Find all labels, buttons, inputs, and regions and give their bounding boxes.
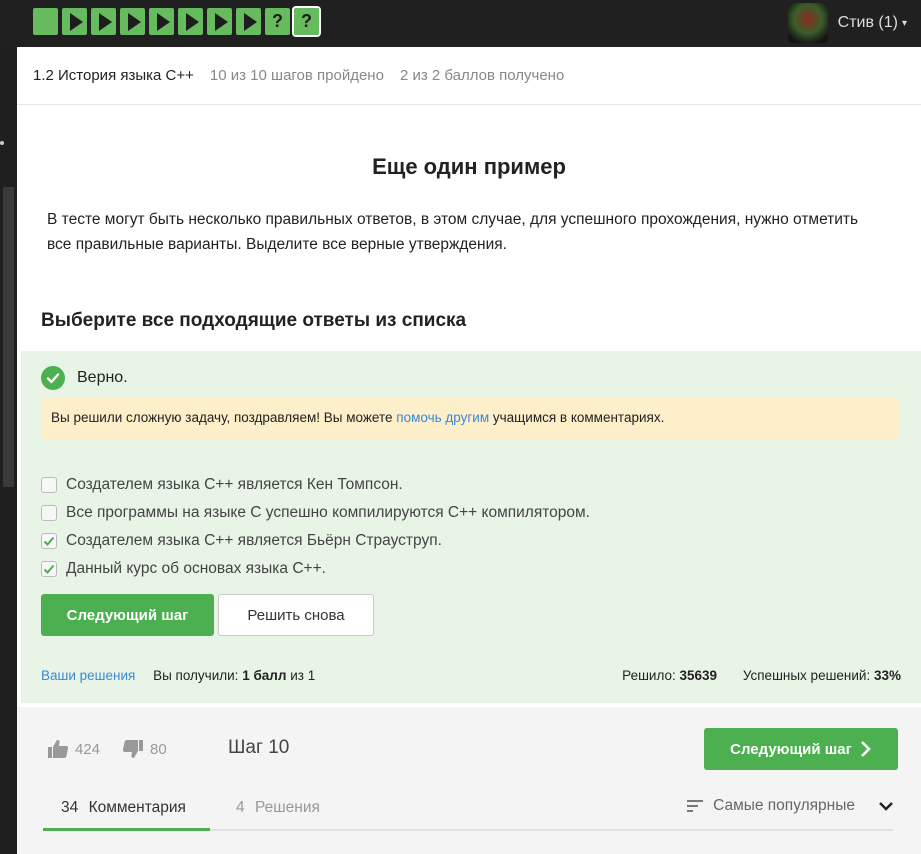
solve-again-button[interactable]: Решить снова [218, 594, 374, 636]
user-name[interactable]: Стив (1) [838, 14, 898, 32]
sort-icon [687, 800, 704, 812]
verdict-text: Верно. [77, 369, 128, 386]
step-navigation: ?? [33, 6, 321, 37]
tab-comments-count: 34 [61, 799, 79, 816]
received-suffix: из 1 [290, 668, 316, 683]
answer-option[interactable]: Данный курс об основах языка C++. [41, 555, 590, 583]
step-1-button[interactable] [33, 8, 58, 35]
lesson-title[interactable]: 1.2 История языка C++ [33, 67, 194, 84]
sidebar-scrollbar[interactable] [3, 187, 14, 487]
left-sidebar-strip [0, 47, 17, 854]
step-2-button[interactable] [62, 8, 87, 35]
next-step-label: Следующий шаг [730, 740, 852, 758]
step-footer: 424 80 Шаг 10 Следующий шаг 34 Комментар… [17, 707, 921, 854]
play-icon [185, 12, 199, 31]
sort-dropdown[interactable]: Самые популярные [687, 797, 893, 815]
checkbox-checked[interactable] [41, 561, 57, 577]
result-footer: Ваши решения Вы получили: 1 балл из 1 Ре… [41, 668, 901, 683]
tab-solutions-label: Решения [254, 799, 320, 816]
step-8-button[interactable] [236, 8, 261, 35]
user-menu[interactable]: Стив (1) ▾ [787, 3, 907, 43]
tab-solutions-count: 4 [236, 799, 245, 816]
thumbs-down-icon[interactable] [122, 739, 144, 759]
sort-label: Самые популярные [713, 797, 855, 814]
step-7-button[interactable] [207, 8, 232, 35]
verdict: Верно. [41, 366, 128, 390]
success-value: 33% [873, 668, 901, 683]
hint-text-after: учащимся в комментариях. [489, 410, 665, 425]
next-step-button-bottom[interactable]: Следующий шаг [704, 728, 898, 770]
step-title: Еще один пример [372, 154, 566, 179]
checkbox[interactable] [41, 477, 57, 493]
result-panel: Верно. Вы решили сложную задачу, поздрав… [21, 351, 921, 703]
tab-solutions[interactable]: 4 Решения [236, 799, 320, 817]
chevron-right-icon [860, 741, 871, 757]
chevron-down-icon[interactable]: ▾ [902, 18, 907, 29]
play-icon [156, 12, 170, 31]
tab-comments[interactable]: 34 Комментария [61, 799, 186, 817]
step-6-button[interactable] [178, 8, 203, 35]
check-circle-icon [41, 366, 65, 390]
answer-option[interactable]: Создателем языка C++ является Бьёрн Стра… [41, 527, 590, 555]
success-label: Успешных решений: [742, 668, 871, 683]
answer-option-label: Данный курс об основах языка C++. [66, 560, 326, 577]
checkmark-icon [43, 536, 55, 546]
likes-count: 424 [75, 740, 101, 758]
help-others-link[interactable]: помочь другим [396, 410, 489, 425]
avatar[interactable] [787, 3, 828, 43]
sidebar-dot [0, 141, 4, 145]
next-step-button[interactable]: Следующий шаг [41, 594, 214, 636]
tab-comments-label: Комментария [88, 799, 186, 816]
discussion-tabs: 34 Комментария 4 Решения Самые популярны… [43, 795, 893, 831]
step-3-button[interactable] [91, 8, 116, 35]
answer-options: Создателем языка C++ является Кен Томпсо… [41, 471, 590, 583]
question-icon: ? [301, 11, 312, 31]
step-9-button[interactable]: ? [265, 8, 290, 35]
play-icon [98, 12, 112, 31]
play-icon [69, 12, 83, 31]
play-icon [243, 12, 257, 31]
answer-option[interactable]: Создателем языка C++ является Кен Томпсо… [41, 471, 590, 499]
lesson-header: 1.2 История языка C++ 10 из 10 шагов про… [17, 47, 921, 105]
received-label: Вы получили: [153, 668, 239, 683]
solved-label: Решило: [622, 668, 676, 683]
answer-option-label: Создателем языка C++ является Кен Томпсо… [66, 476, 403, 493]
checkbox[interactable] [41, 505, 57, 521]
chevron-down-icon[interactable] [879, 801, 893, 811]
step-5-button[interactable] [149, 8, 174, 35]
answer-option-label: Все программы на языке C успешно компили… [66, 504, 590, 521]
received-value: 1 балл [242, 668, 287, 683]
active-tab-indicator [43, 828, 210, 831]
steps-progress: 10 из 10 шагов пройдено [209, 67, 384, 84]
answer-option-label: Создателем языка C++ является Бьёрн Стра… [66, 532, 442, 549]
hint-banner: Вы решили сложную задачу, поздравляем! В… [41, 397, 899, 439]
checkbox-checked[interactable] [41, 533, 57, 549]
votes: 424 80 [47, 739, 167, 759]
question-icon: ? [272, 11, 283, 31]
points-progress: 2 из 2 баллов получено [399, 67, 565, 84]
dislikes-count: 80 [150, 740, 167, 758]
checkmark-icon [43, 564, 55, 574]
your-solutions-link[interactable]: Ваши решения [41, 668, 135, 683]
play-icon [214, 12, 228, 31]
top-bar: ?? Стив (1) ▾ [0, 0, 921, 47]
question-heading: Выберите все подходящие ответы из списка [41, 310, 467, 331]
answer-option[interactable]: Все программы на языке C успешно компили… [41, 499, 590, 527]
step-10-button[interactable]: ? [292, 6, 321, 37]
step-number: Шаг 10 [228, 737, 290, 758]
play-icon [127, 12, 141, 31]
thumbs-up-icon[interactable] [47, 739, 69, 759]
hint-text-before: Вы решили сложную задачу, поздравляем! В… [51, 410, 397, 425]
step-4-button[interactable] [120, 8, 145, 35]
solved-value: 35639 [679, 668, 718, 683]
stats: Решило: 35639 Успешных решений: 33% [622, 668, 901, 683]
step-description: В тесте могут быть несколько правильных … [47, 211, 859, 253]
